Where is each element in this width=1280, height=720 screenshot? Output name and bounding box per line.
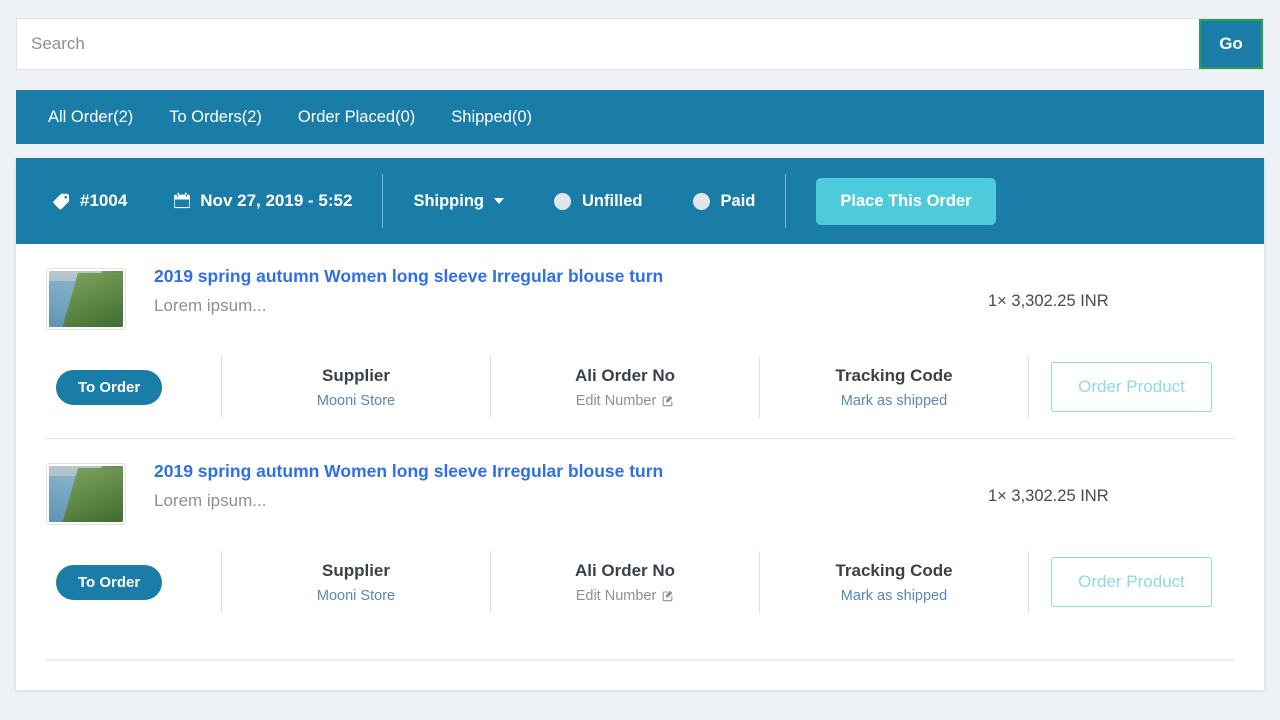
search-bar: Go (16, 18, 1264, 70)
mark-as-shipped-link[interactable]: Mark as shipped (841, 393, 947, 409)
status-badge-to-order[interactable]: To Order (56, 565, 162, 600)
ali-order-no-cell: Ali Order No Edit Number (491, 555, 759, 610)
product-info: 2019 spring autumn Women long sleeve Irr… (154, 461, 984, 511)
ali-order-no-cell: Ali Order No Edit Number (491, 360, 759, 415)
payment-status-dot-icon (693, 193, 710, 210)
product-thumbnail[interactable] (46, 463, 126, 525)
tracking-code-cell: Tracking Code Mark as shipped (760, 555, 1028, 610)
fulfillment-status-dot-icon (554, 193, 571, 210)
search-go-button[interactable]: Go (1199, 19, 1263, 69)
supplier-cell: Supplier Mooni Store (222, 360, 490, 415)
product-price: 1× 3,302.25 INR (984, 461, 1234, 506)
place-this-order-button[interactable]: Place This Order (816, 178, 995, 225)
payment-status[interactable]: Paid (693, 192, 756, 211)
product-action-row: To Order Supplier Mooni Store Ali Order … (46, 344, 1234, 438)
product-subtitle: Lorem ipsum... (154, 491, 984, 511)
product-block: 2019 spring autumn Women long sleeve Irr… (16, 439, 1264, 633)
product-status-cell: To Order (46, 364, 221, 411)
tracking-code-cell: Tracking Code Mark as shipped (760, 360, 1028, 415)
order-number-text: #1004 (80, 191, 127, 211)
supplier-cell: Supplier Mooni Store (222, 555, 490, 610)
search-input[interactable] (17, 19, 1199, 69)
calendar-icon (173, 192, 191, 210)
supplier-value-link[interactable]: Mooni Store (317, 393, 395, 409)
mark-as-shipped-link[interactable]: Mark as shipped (841, 588, 947, 604)
product-summary-row: 2019 spring autumn Women long sleeve Irr… (46, 244, 1234, 344)
product-action-row: To Order Supplier Mooni Store Ali Order … (46, 539, 1234, 633)
order-product-button[interactable]: Order Product (1051, 557, 1212, 607)
tracking-code-label: Tracking Code (835, 561, 952, 581)
product-summary-row: 2019 spring autumn Women long sleeve Irr… (46, 439, 1234, 539)
order-number: #1004 (52, 191, 127, 211)
header-divider-2 (785, 174, 786, 228)
chevron-down-icon (494, 198, 504, 204)
tab-order-placed[interactable]: Order Placed(0) (280, 90, 433, 144)
product-thumbnail[interactable] (46, 268, 126, 330)
product-status-cell: To Order (46, 559, 221, 606)
order-card: #1004 Nov 27, 2019 - 5:52 Shipping Unfil… (16, 158, 1264, 690)
payment-status-label: Paid (721, 192, 756, 211)
supplier-value-link[interactable]: Mooni Store (317, 588, 395, 604)
tag-icon (52, 192, 71, 211)
shipping-method-dropdown[interactable]: Shipping (413, 192, 504, 211)
edit-icon (661, 589, 674, 602)
header-divider-1 (382, 174, 383, 228)
supplier-label: Supplier (322, 561, 390, 581)
ali-order-no-label: Ali Order No (575, 366, 675, 386)
product-price: 1× 3,302.25 INR (984, 266, 1234, 311)
tab-to-orders[interactable]: To Orders(2) (151, 90, 280, 144)
product-subtitle: Lorem ipsum... (154, 296, 984, 316)
fulfillment-status[interactable]: Unfilled (554, 192, 643, 211)
edit-number-link[interactable]: Edit Number (576, 588, 675, 604)
order-date: Nov 27, 2019 - 5:52 (173, 191, 352, 211)
order-date-text: Nov 27, 2019 - 5:52 (200, 191, 352, 211)
card-footer-divider (46, 659, 1234, 661)
edit-number-text: Edit Number (576, 588, 657, 604)
product-block: 2019 spring autumn Women long sleeve Irr… (16, 244, 1264, 438)
edit-number-text: Edit Number (576, 393, 657, 409)
product-title-link[interactable]: 2019 spring autumn Women long sleeve Irr… (154, 461, 984, 483)
tab-all-order[interactable]: All Order(2) (30, 90, 151, 144)
tracking-code-label: Tracking Code (835, 366, 952, 386)
fulfillment-status-label: Unfilled (582, 192, 643, 211)
order-product-cell: Order Product (1029, 356, 1234, 418)
edit-number-link[interactable]: Edit Number (576, 393, 675, 409)
order-card-header: #1004 Nov 27, 2019 - 5:52 Shipping Unfil… (16, 158, 1264, 244)
order-product-button[interactable]: Order Product (1051, 362, 1212, 412)
product-title-link[interactable]: 2019 spring autumn Women long sleeve Irr… (154, 266, 984, 288)
shipping-label: Shipping (413, 192, 484, 211)
order-product-cell: Order Product (1029, 551, 1234, 613)
supplier-label: Supplier (322, 366, 390, 386)
tab-shipped[interactable]: Shipped(0) (433, 90, 550, 144)
status-badge-to-order[interactable]: To Order (56, 370, 162, 405)
product-thumbnail-image (49, 271, 123, 327)
ali-order-no-label: Ali Order No (575, 561, 675, 581)
product-thumbnail-image (49, 466, 123, 522)
product-info: 2019 spring autumn Women long sleeve Irr… (154, 266, 984, 316)
edit-icon (661, 394, 674, 407)
order-status-tabs: All Order(2) To Orders(2) Order Placed(0… (16, 90, 1264, 144)
